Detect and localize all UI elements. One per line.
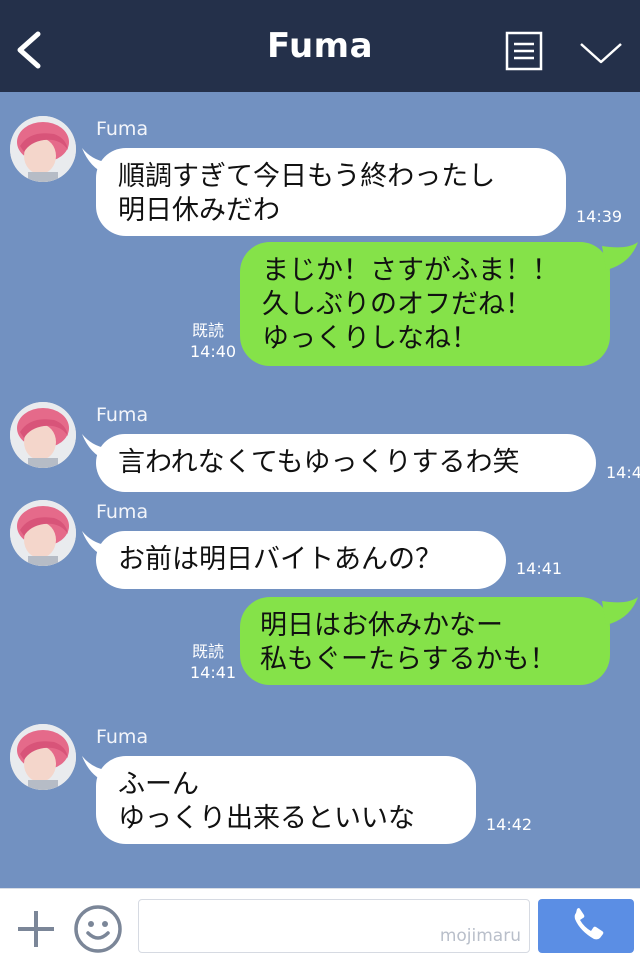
message-input[interactable]: mojimaru bbox=[138, 899, 530, 953]
sender-name: Fuma bbox=[96, 118, 149, 140]
message-line: ゆっくり出来るといいな bbox=[118, 803, 415, 834]
avatar-image bbox=[10, 402, 76, 468]
message-bubble[interactable]: 順調すぎて今日もう終わったし 明日休みだわ bbox=[96, 148, 566, 236]
smile-icon bbox=[74, 905, 122, 953]
message-bubble[interactable]: まじか！さすがふま！！ 久しぶりのオフだね！ ゆっくりしなね！ bbox=[240, 242, 610, 366]
message-time: 14:42 bbox=[486, 815, 533, 834]
read-receipt: 既読 bbox=[192, 642, 225, 661]
message-line: まじか！さすがふま！！ bbox=[262, 255, 559, 286]
message-bubble[interactable]: 言われなくてもゆっくりするわ笑 bbox=[96, 434, 596, 492]
message-line: お前は明日バイトあんの？ bbox=[118, 544, 442, 575]
avatar[interactable] bbox=[10, 116, 76, 182]
message-bubble[interactable]: お前は明日バイトあんの？ bbox=[96, 531, 506, 589]
phone-icon bbox=[574, 908, 604, 940]
avatar[interactable] bbox=[10, 500, 76, 566]
avatar[interactable] bbox=[10, 724, 76, 790]
collapse-button[interactable] bbox=[578, 36, 624, 68]
message-line: 明日休みだわ bbox=[118, 195, 280, 226]
message-time: 14:4 bbox=[606, 463, 640, 482]
menu-button[interactable] bbox=[504, 30, 544, 72]
add-button[interactable] bbox=[14, 907, 58, 951]
chat-title: Fuma bbox=[266, 26, 374, 66]
message-line: 明日はお休みかなー bbox=[260, 610, 503, 641]
chevron-down-icon bbox=[580, 43, 622, 64]
message-time: 14:41 bbox=[516, 559, 563, 578]
read-receipt: 既読 bbox=[192, 321, 225, 340]
message-line: 久しぶりのオフだね！ bbox=[262, 289, 532, 320]
avatar-image bbox=[10, 724, 76, 790]
sender-name: Fuma bbox=[96, 726, 149, 748]
avatar-image bbox=[10, 500, 76, 566]
input-bar: mojimaru bbox=[0, 888, 640, 960]
bubble-tail bbox=[602, 597, 638, 625]
avatar-image bbox=[10, 116, 76, 182]
sender-name: Fuma bbox=[96, 501, 149, 523]
emoji-button[interactable] bbox=[72, 903, 124, 955]
message-time: 14:41 bbox=[190, 663, 237, 682]
message-line: ふーん bbox=[118, 769, 199, 800]
message-time: 14:39 bbox=[576, 207, 623, 226]
menu-icon bbox=[505, 31, 543, 71]
chat-area[interactable]: Fuma 順調すぎて今日もう終わったし 明日休みだわ 14:39 まじか！さすが… bbox=[0, 92, 640, 888]
message-line: ゆっくりしなね！ bbox=[262, 323, 478, 354]
message-line: 順調すぎて今日もう終わったし bbox=[118, 161, 496, 192]
avatar[interactable] bbox=[10, 402, 76, 468]
plus-icon bbox=[18, 911, 54, 947]
message-bubble[interactable]: ふーん ゆっくり出来るといいな bbox=[96, 756, 476, 844]
sender-name: Fuma bbox=[96, 404, 149, 426]
message-line: 私もぐーたらするかも！ bbox=[260, 644, 557, 675]
message-bubble[interactable]: 明日はお休みかなー 私もぐーたらするかも！ bbox=[240, 597, 610, 685]
message-time: 14:40 bbox=[190, 342, 237, 361]
call-button[interactable] bbox=[538, 899, 634, 953]
bubble-tail bbox=[602, 242, 638, 270]
message-line: 言われなくてもゆっくりするわ笑 bbox=[118, 447, 520, 478]
watermark: mojimaru bbox=[439, 926, 521, 946]
chat-header: Fuma bbox=[0, 0, 640, 92]
